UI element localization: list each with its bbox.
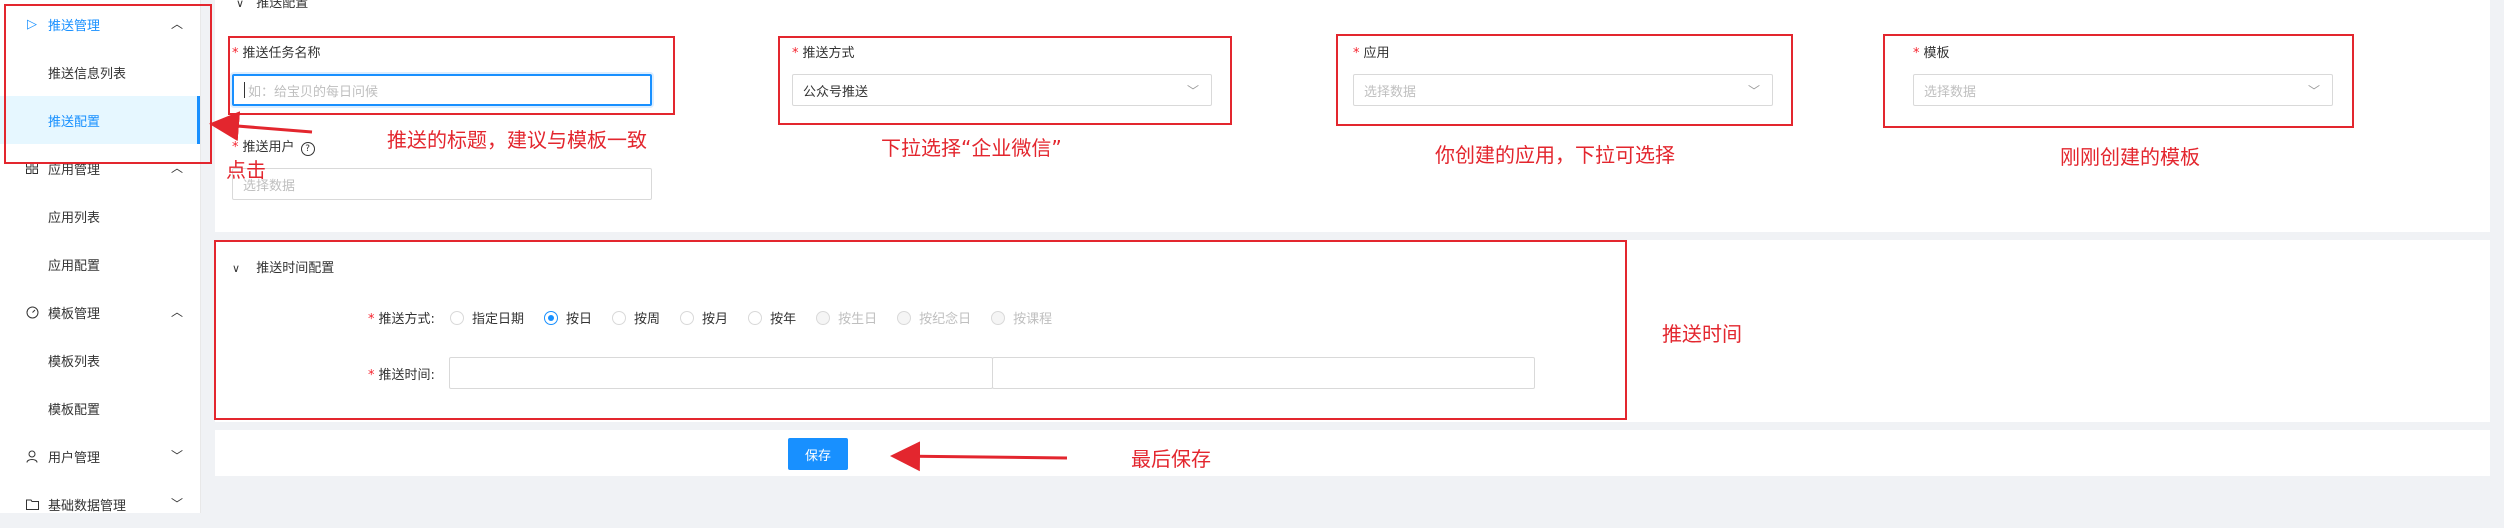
annotation-time-tip: 推送时间 bbox=[1662, 322, 1742, 346]
annotation-title-tip: 推送的标题，建议与模板一致 bbox=[387, 128, 647, 152]
arrow-to-save bbox=[890, 441, 1068, 472]
arrow-to-push-config bbox=[209, 111, 313, 142]
annotation-method-tip: 下拉选择“企业微信” bbox=[881, 136, 1062, 160]
annotation-click-tip: 点击 bbox=[226, 158, 266, 182]
annotation-app-tip: 你创建的应用，下拉可选择 bbox=[1435, 143, 1675, 167]
annotation-template-tip: 刚刚创建的模板 bbox=[2060, 145, 2200, 169]
annotation-save-tip: 最后保存 bbox=[1131, 447, 1211, 471]
annotation-arrows bbox=[209, 111, 1068, 472]
